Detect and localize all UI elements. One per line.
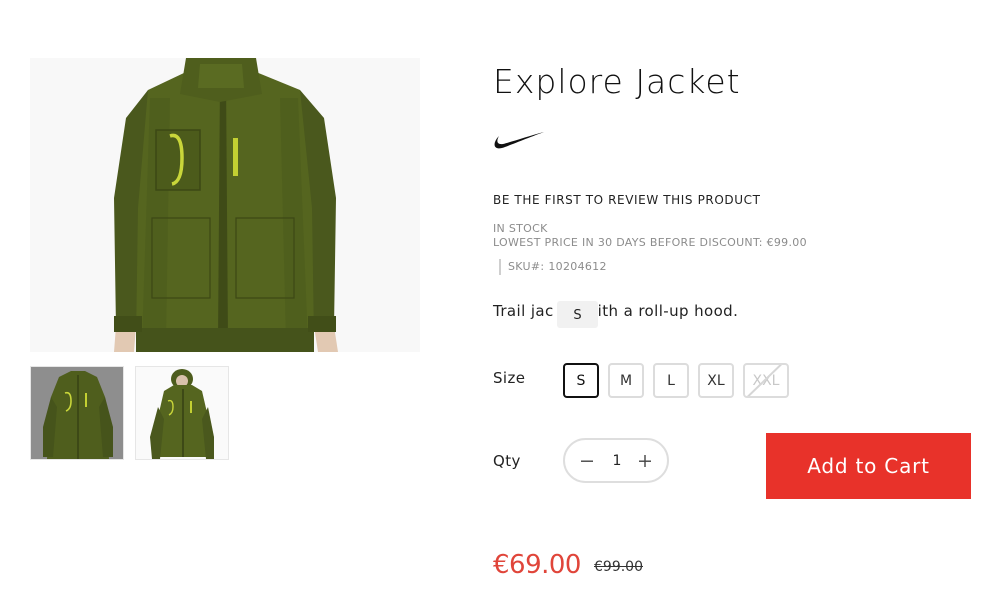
quantity-stepper	[563, 438, 669, 483]
thumbnail-1[interactable]	[30, 366, 124, 460]
original-price: €99.00	[594, 559, 643, 575]
size-option-xl[interactable]: XL	[698, 363, 734, 398]
size-option-l[interactable]: L	[653, 363, 689, 398]
sku-label: SKU#:	[508, 260, 545, 273]
description-text-start: Trail jac	[493, 302, 554, 320]
size-option-xxl[interactable]: XXL	[743, 363, 789, 398]
size-tooltip: S	[557, 301, 598, 328]
sku: SKU#: 10204612	[499, 259, 607, 275]
product-title: Explore Jacket	[493, 62, 741, 101]
swoosh-logo-icon	[493, 130, 545, 154]
lowest-price-note: LOWEST PRICE IN 30 DAYS BEFORE DISCOUNT:…	[493, 236, 807, 249]
current-price: €69.00	[493, 550, 581, 580]
add-to-cart-button[interactable]: Add to Cart	[766, 433, 971, 499]
stock-status: IN STOCK	[493, 222, 548, 235]
product-description: Trail jac ith a roll-up hood.	[493, 302, 738, 320]
sku-value: 10204612	[548, 260, 607, 273]
product-main-image[interactable]	[30, 58, 420, 352]
minus-icon[interactable]	[575, 449, 599, 473]
description-text-end: ith a roll-up hood.	[597, 302, 739, 320]
size-option-s[interactable]: S	[563, 363, 599, 398]
qty-label: Qty	[493, 452, 521, 470]
review-link[interactable]: BE THE FIRST TO REVIEW THIS PRODUCT	[493, 193, 761, 207]
thumbnail-2[interactable]	[135, 366, 229, 460]
plus-icon[interactable]	[633, 449, 657, 473]
size-label: Size	[493, 369, 526, 387]
quantity-input[interactable]	[605, 449, 629, 473]
size-option-m[interactable]: M	[608, 363, 644, 398]
